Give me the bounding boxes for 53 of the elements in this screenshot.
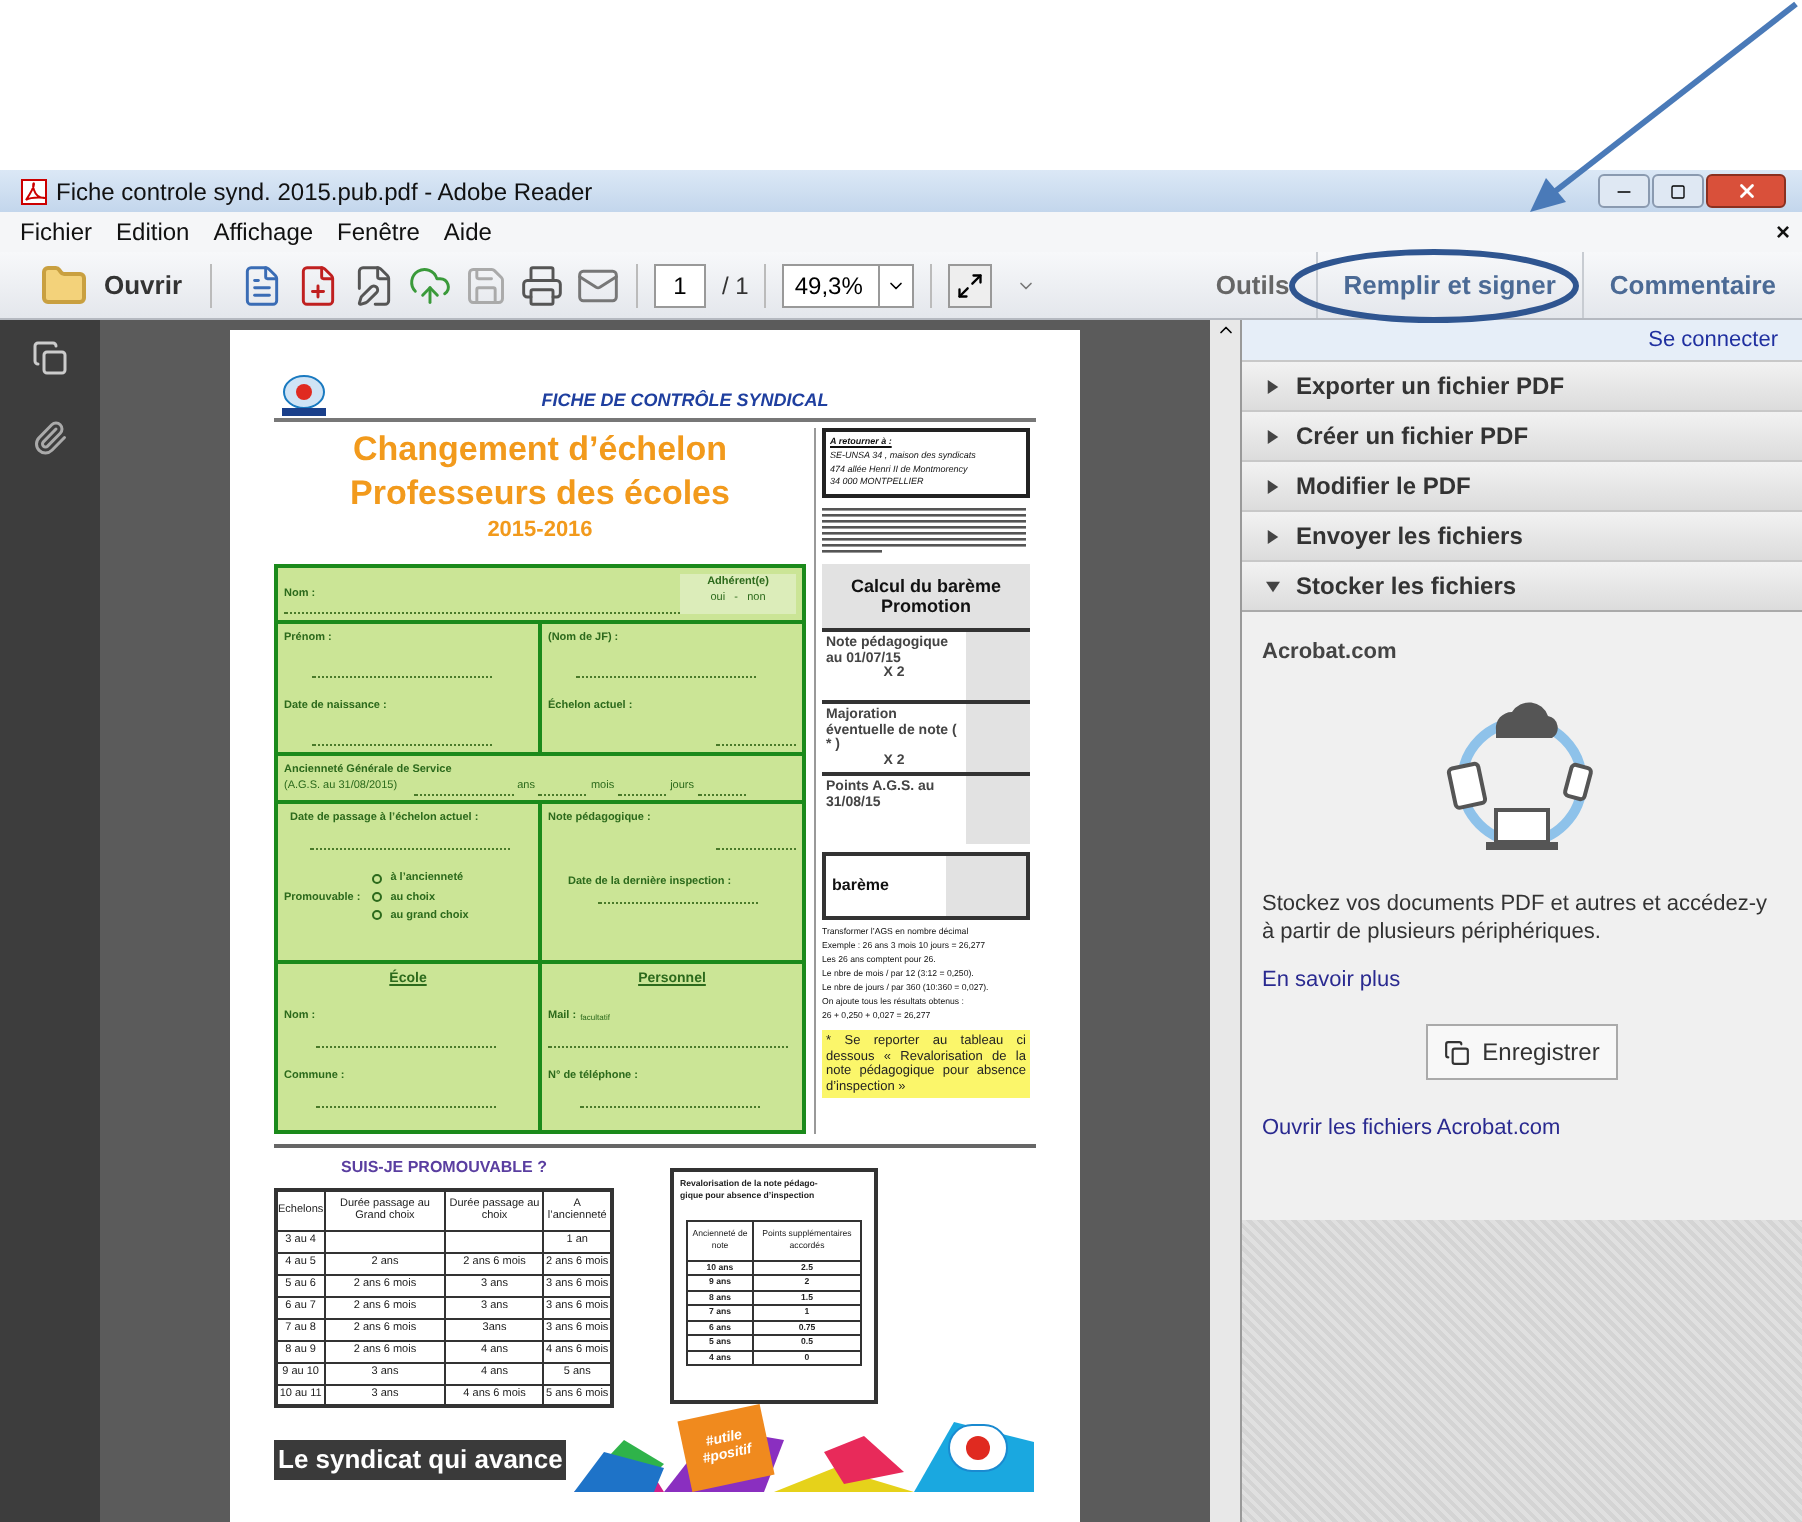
window-title: Fiche controle synd. 2015.pub.pdf - Adobe Reader [56,175,593,209]
panel-section-header[interactable]: Modifier le PDF [1242,460,1802,510]
maximize-button[interactable] [1652,174,1704,208]
radio-button[interactable] [372,892,383,903]
close-icon [1735,180,1757,202]
menu-item[interactable]: Affichage [213,214,314,250]
menu-close-button[interactable]: × [1775,214,1790,250]
form-header: FICHE DE CONTRÔLE SYNDICAL [539,387,831,413]
menu-item[interactable]: Fichier [20,214,93,250]
bareme-heading: Calcul du barème Promotion [822,564,1030,628]
close-button[interactable] [1706,174,1786,208]
radio-button[interactable] [372,910,383,921]
attachment-icon[interactable] [32,420,68,456]
table-title: SUIS-JE PROMOUVABLE ? [341,1156,547,1180]
save-button[interactable]: Enregistrer [1426,1024,1618,1080]
radio-button[interactable] [372,873,383,884]
form-year: 2015-2016 [487,516,593,544]
maximize-icon [1670,183,1686,199]
open-button[interactable]: Ouvrir [40,261,183,309]
panel-description: Stockez vos documents PDF et autres et accédez-y à partir de plusieurs périphériques. [1262,889,1770,945]
folder-icon [40,261,88,309]
panel-section-header[interactable]: Envoyer les fichiers [1242,510,1802,560]
logo-badge [948,1424,1008,1472]
pdf-file-icon [20,177,48,205]
cloud-upload-icon[interactable] [408,263,453,307]
scrollbar[interactable] [1210,320,1240,1522]
pages-icon[interactable] [32,340,68,376]
panel-section-header[interactable]: Exporter un fichier PDF [1242,360,1802,410]
page-field[interactable]: 1 [654,263,707,307]
toolbar-tab[interactable]: Commentaire [1581,252,1802,318]
toolbar-tab[interactable]: Outils [1189,252,1316,318]
menu-item[interactable]: Fenêtre [337,214,420,250]
page-total: / 1 [722,269,749,303]
panel-section-header[interactable]: Stocker les fichiers [1242,560,1802,610]
learn-more-link[interactable]: En savoir plus [1262,963,1782,996]
bareme-total-label: barème [830,874,891,898]
open-files-link[interactable]: Ouvrir les fichiers Acrobat.com [1262,1112,1782,1145]
score-cell [966,704,1030,772]
sign-in-link[interactable]: Se connecter [1648,323,1778,357]
fullscreen-button[interactable] [948,263,993,307]
panel-section-header[interactable]: Créer un fichier PDF [1242,410,1802,460]
zoom-dropdown[interactable]: 49,3% [782,263,915,307]
expand-icon [956,271,985,299]
menu-item[interactable]: Aide [443,214,492,250]
score-cell [946,856,1026,916]
score-cell [966,776,1030,844]
menu-item[interactable]: Edition [116,214,190,250]
form-title: Changement d’échelon [352,428,728,472]
slogan: Le syndicat qui avance [274,1440,567,1479]
score-cell [966,632,1030,700]
panel-title: Acrobat.com [1262,638,1399,668]
print-icon[interactable] [520,263,565,307]
form-title: Professeurs des écoles [350,472,730,516]
